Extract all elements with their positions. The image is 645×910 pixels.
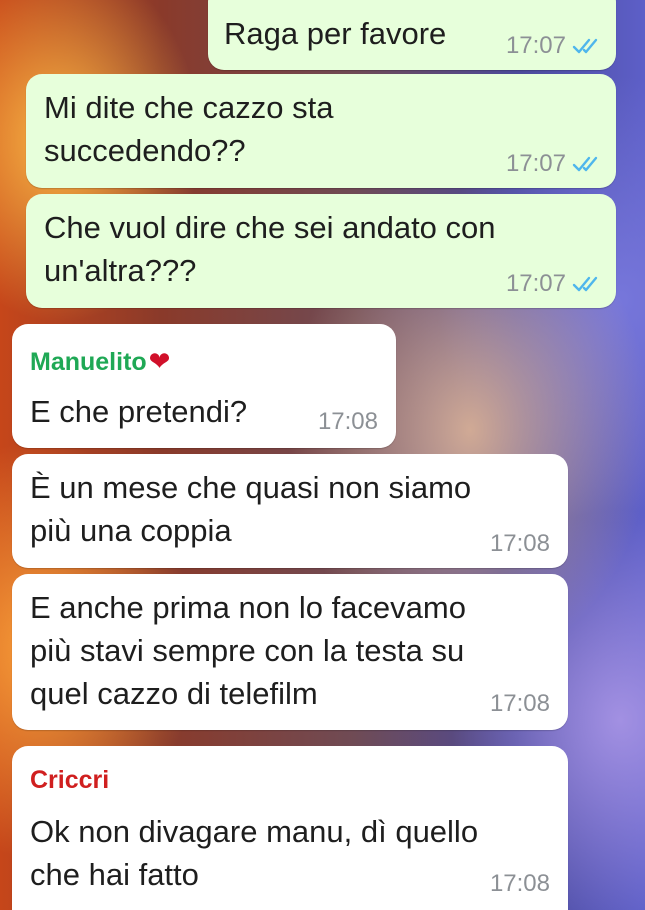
incoming-message[interactable]: E anche prima non lo facevamo più stavi …	[12, 574, 568, 730]
message-text: Che vuol dire che sei andato con un'altr…	[44, 210, 496, 288]
message-meta: 17:07	[506, 270, 602, 298]
heart-emoji-icon: ❤	[148, 346, 171, 376]
read-receipt-icon	[572, 276, 598, 292]
incoming-message[interactable]: È un mese che quasi non siamo più una co…	[12, 454, 568, 568]
message-meta: 17:08	[490, 690, 550, 718]
message-text: E anche prima non lo facevamo più stavi …	[30, 590, 466, 711]
message-text: Mi dite che cazzo sta succedendo??	[44, 90, 334, 168]
sender-name: Criccri	[30, 766, 110, 794]
message-meta: 17:07	[506, 32, 602, 60]
message-time: 17:08	[317, 408, 378, 435]
message-text: E che pretendi?	[30, 394, 248, 429]
incoming-message[interactable]: Criccri Ok non divagare manu, dì quello …	[12, 746, 568, 910]
message-time: 17:07	[505, 270, 566, 297]
sender-name-text: Manuelito	[30, 348, 147, 376]
outgoing-message[interactable]: Raga per favore 17:07	[208, 0, 616, 70]
message-time: 17:08	[489, 870, 550, 897]
message-meta: 17:07	[506, 150, 602, 178]
message-text: È un mese che quasi non siamo più una co…	[30, 470, 472, 548]
sender-name: Manuelito❤	[30, 346, 170, 377]
message-text: Ok non divagare manu, dì quello che hai …	[30, 814, 479, 892]
message-time: 17:07	[505, 150, 566, 177]
message-time: 17:08	[489, 530, 550, 557]
incoming-message[interactable]: Manuelito❤ E che pretendi? 17:08	[12, 324, 396, 448]
read-receipt-icon	[572, 38, 598, 54]
message-time: 17:08	[489, 690, 550, 717]
read-receipt-icon	[572, 156, 598, 172]
message-meta: 17:08	[318, 408, 378, 436]
outgoing-message[interactable]: Che vuol dire che sei andato con un'altr…	[26, 194, 616, 308]
outgoing-message[interactable]: Mi dite che cazzo sta succedendo?? 17:07	[26, 74, 616, 188]
message-time: 17:07	[505, 32, 566, 59]
message-meta: 17:08	[490, 870, 550, 898]
message-meta: 17:08	[490, 530, 550, 558]
message-text: Raga per favore	[224, 16, 447, 51]
